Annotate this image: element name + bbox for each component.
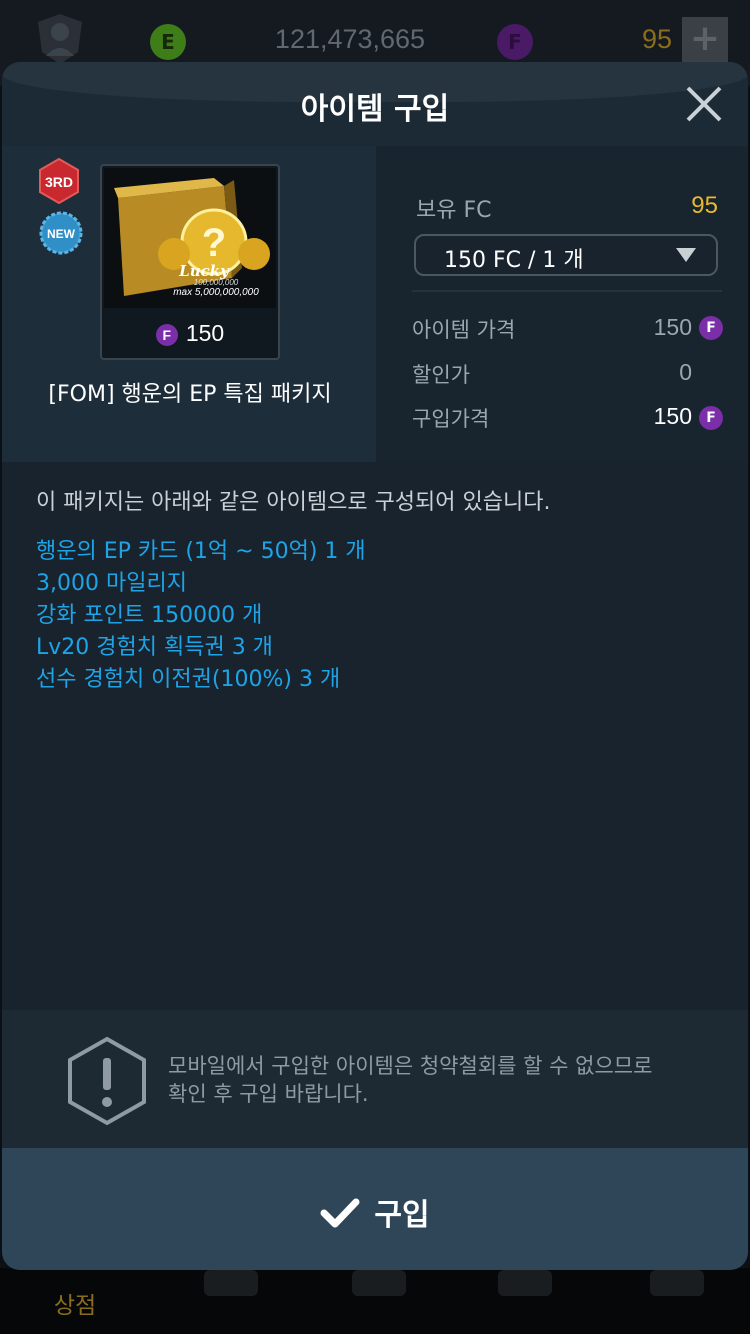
discount-value: 0 bbox=[679, 359, 692, 385]
list-item: 행운의 EP 카드 (1억 ~ 50억) 1 개 bbox=[36, 539, 366, 564]
ep-coin-icon: E bbox=[150, 24, 186, 60]
add-fc-button[interactable]: + bbox=[682, 17, 728, 63]
modal-title: 아이템 구입 bbox=[300, 92, 450, 127]
item-card: ? Lucky 100,000,000 max 5,000,000,000 F1… bbox=[100, 164, 280, 360]
nav-item-home-icon[interactable] bbox=[352, 1270, 406, 1296]
list-item: 3,000 마일리지 bbox=[36, 571, 187, 596]
check-icon bbox=[320, 1198, 360, 1228]
fc-balance: 95 bbox=[641, 24, 672, 54]
purchase-notice: 모바일에서 구입한 아이템은 청약철회를 할 수 없으므로 확인 후 구입 바랍… bbox=[2, 1010, 748, 1148]
notice-text: 모바일에서 구입한 아이템은 청약철회를 할 수 없으므로 확인 후 구입 바랍… bbox=[168, 1052, 652, 1108]
svg-text:?: ? bbox=[202, 221, 226, 265]
discount-label: 할인가 bbox=[412, 363, 470, 387]
item-card-price: F 150 bbox=[102, 320, 278, 347]
item-price-value: 150 bbox=[653, 314, 692, 340]
quantity-select[interactable]: 150 FC / 1 개 bbox=[414, 234, 718, 276]
badge-3rd-label: 3RD bbox=[45, 174, 73, 190]
buy-button-label: 구입 bbox=[374, 1198, 430, 1233]
nav-item-menu-icon[interactable] bbox=[650, 1270, 704, 1296]
owned-fc-label: 보유 FC bbox=[416, 198, 492, 223]
nav-item-shop[interactable]: 상점 bbox=[24, 1270, 126, 1334]
divider bbox=[412, 290, 722, 292]
fc-coin-icon: F bbox=[497, 24, 533, 60]
buy-button[interactable]: 구입 bbox=[2, 1148, 748, 1270]
owned-fc-value: 95 bbox=[691, 192, 718, 219]
purchase-modal: 아이템 구입 3RD NEW ? Lucky 100,000,000 max 5… bbox=[2, 62, 748, 1270]
new-badge-icon: NEW bbox=[39, 211, 83, 255]
item-price-label: 아이템 가격 bbox=[412, 318, 516, 342]
warning-icon bbox=[68, 1036, 146, 1126]
fc-currency-icon: F bbox=[155, 323, 178, 346]
close-icon[interactable] bbox=[682, 82, 726, 126]
lucky-ep-package-image: ? Lucky 100,000,000 max 5,000,000,000 bbox=[104, 168, 276, 308]
list-item: 선수 경험치 이전권(100%) 3 개 bbox=[36, 667, 341, 692]
manager-avatar-icon bbox=[38, 14, 82, 64]
nav-item-team-icon[interactable] bbox=[498, 1270, 552, 1296]
badge-new-label: NEW bbox=[47, 227, 76, 241]
fc-currency-icon: F bbox=[699, 406, 723, 430]
list-item: Lv20 경험치 획득권 3 개 bbox=[36, 635, 273, 660]
buy-button-content: 구입 bbox=[2, 1190, 748, 1234]
range-label: 100,000,000 bbox=[194, 278, 239, 287]
final-price-label: 구입가격 bbox=[412, 407, 490, 431]
dropdown-arrow-icon bbox=[676, 248, 696, 262]
fc-currency-icon: F bbox=[699, 316, 723, 340]
item-name: [FOM] 행운의 EP 특집 패키지 bbox=[48, 382, 332, 407]
item-card-price-value: 150 bbox=[185, 320, 225, 346]
modal-header: 아이템 구입 bbox=[2, 62, 748, 146]
list-item: 강화 포인트 150000 개 bbox=[36, 603, 263, 628]
notice-line-1: 모바일에서 구입한 아이템은 청약철회를 할 수 없으므로 bbox=[168, 1054, 653, 1078]
package-contents-list: 행운의 EP 카드 (1억 ~ 50억) 1 개 3,000 마일리지 강화 포… bbox=[36, 536, 366, 696]
notice-line-2: 확인 후 구입 바랍니다. bbox=[168, 1082, 369, 1106]
max-label: max 5,000,000,000 bbox=[173, 287, 259, 298]
third-season-badge-icon: 3RD bbox=[39, 158, 79, 204]
quantity-select-value: 150 FC / 1 개 bbox=[444, 248, 584, 273]
final-price-value: 150 bbox=[653, 403, 692, 429]
nav-item-transfer-icon[interactable] bbox=[204, 1270, 258, 1296]
ep-balance: 121,473,665 bbox=[274, 24, 426, 54]
package-description: 이 패키지는 아래와 같은 아이템으로 구성되어 있습니다. bbox=[36, 490, 551, 515]
nav-shop-label: 상점 bbox=[53, 1293, 97, 1319]
